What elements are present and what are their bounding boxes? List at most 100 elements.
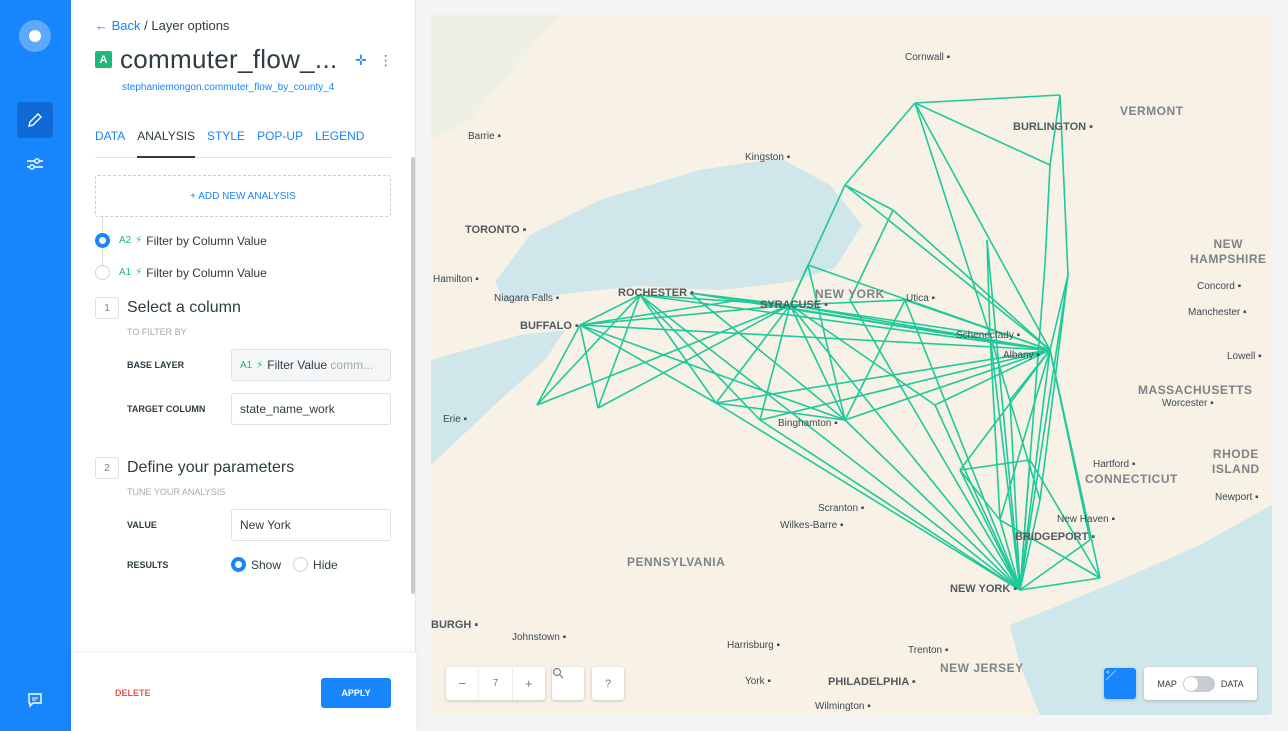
tab-style[interactable]: STYLE <box>207 128 245 158</box>
city-label: TORONTO ▪ <box>465 224 527 236</box>
map-canvas <box>431 15 1272 715</box>
city-label: BURLINGTON ▪ <box>1013 121 1094 133</box>
radio-hide[interactable] <box>293 557 309 572</box>
step-number: 1 <box>95 297 119 319</box>
node-id: A2 <box>119 235 132 246</box>
tab-analysis[interactable]: ANALYSIS <box>137 128 196 158</box>
tab-popup[interactable]: POP-UP <box>257 128 303 158</box>
chat-icon[interactable] <box>17 682 53 718</box>
sliders-icon[interactable] <box>17 146 53 182</box>
breadcrumb-current: / Layer options <box>144 18 230 33</box>
city-label: Utica ▪ <box>906 293 936 304</box>
target-column-label: TARGET COLUMN <box>127 404 206 414</box>
layer-tabs: DATA ANALYSIS STYLE POP-UP LEGEND <box>95 128 391 158</box>
tab-legend[interactable]: LEGEND <box>315 128 364 158</box>
commuter-flow-line <box>1039 274 1069 501</box>
commuter-flow-line <box>759 304 791 421</box>
target-column-field[interactable]: state_name_work <box>231 393 391 425</box>
value-label: VALUE <box>127 520 157 530</box>
nav-rail <box>0 0 71 731</box>
city-label: Wilkes-Barre ▪ <box>780 520 844 531</box>
commuter-flow-line <box>789 304 1021 591</box>
results-show-option[interactable]: Show Hide <box>231 557 338 572</box>
results-label: RESULTS <box>127 560 169 570</box>
tab-data[interactable]: DATA <box>95 128 125 158</box>
commuter-flow-line <box>1044 164 1051 266</box>
analysis-node-a1[interactable]: A1 ⚡ Filter by Column Value <box>95 265 267 280</box>
commuter-flow-line <box>844 419 1021 591</box>
zoom-control: − 7 + <box>446 667 545 700</box>
city-label: Johnstown ▪ <box>512 632 567 643</box>
layer-badge: A <box>95 51 112 68</box>
city-label: Binghamton ▪ <box>778 418 838 429</box>
city-label: Schenectady ▪ <box>956 330 1021 341</box>
back-link[interactable]: ← Back <box>95 18 141 33</box>
zoom-out-button[interactable]: − <box>446 667 480 700</box>
map-data-toggle[interactable]: MAP DATA <box>1144 667 1257 700</box>
collapse-icon[interactable]: ✛ <box>355 52 367 69</box>
radio-show[interactable] <box>231 557 246 572</box>
lightning-icon: ⚡ <box>256 359 264 371</box>
city-label: ROCHESTER ▪ <box>618 287 695 299</box>
state-label: VERMONT <box>1120 104 1184 118</box>
city-label: Hamilton ▪ <box>433 274 479 285</box>
edit-pencil-icon[interactable] <box>17 102 53 138</box>
city-label: York ▪ <box>745 676 771 687</box>
step-number: 2 <box>95 457 119 479</box>
state-label: CONNECTICUT <box>1085 472 1178 486</box>
city-label: Erie ▪ <box>443 414 468 425</box>
add-analysis-button[interactable]: + ADD NEW ANALYSIS <box>95 175 391 217</box>
city-label: Trenton ▪ <box>908 645 949 656</box>
layer-title[interactable]: commuter_flow_... <box>120 44 338 75</box>
commuter-flow-line <box>597 294 641 409</box>
value-input[interactable]: New York <box>231 509 391 541</box>
city-label: BRIDGEPORT ▪ <box>1015 531 1096 543</box>
ontario-north <box>431 15 560 140</box>
analysis-node-a2[interactable]: A2 ⚡ Filter by Column Value <box>95 233 267 248</box>
breadcrumb: ← Back / Layer options <box>95 18 229 33</box>
commuter-flow-line <box>999 349 1051 521</box>
city-label: Barrie ▪ <box>468 131 501 142</box>
zoom-level: 7 <box>479 667 513 700</box>
map-view[interactable]: Cornwall ▪ Barrie ▪ Kingston ▪ BURLINGTON ▪… <box>431 15 1272 715</box>
state-label: NEW JERSEY <box>940 661 1024 675</box>
show-label: Show <box>251 557 282 572</box>
city-label: Worcester ▪ <box>1162 398 1214 409</box>
base-layer-value: Filter Value <box>267 358 328 372</box>
zoom-in-button[interactable]: + <box>513 667 545 700</box>
state-label: PENNSYLVANIA <box>627 555 726 569</box>
toggle-map-label: MAP <box>1157 678 1177 689</box>
layer-source[interactable]: stephaniemongon.commuter_flow_by_county_… <box>122 82 334 93</box>
layer-options-panel: ← Back / Layer options A commuter_flow_.… <box>71 0 416 731</box>
base-layer-extra: comm... <box>330 358 374 372</box>
toggle-data-label: DATA <box>1220 678 1244 689</box>
state-label: NEW YORK <box>815 287 885 301</box>
carto-logo-icon[interactable] <box>19 20 51 52</box>
toggle-switch[interactable] <box>1182 675 1215 692</box>
radio-a1[interactable] <box>95 265 110 280</box>
step-hint: TO FILTER BY <box>127 327 187 337</box>
city-label: Kingston ▪ <box>745 152 791 163</box>
node-id: A1 <box>119 267 132 278</box>
node-label: Filter by Column Value <box>146 265 267 280</box>
panel-scrollbar[interactable] <box>411 157 415 594</box>
hide-label: Hide <box>313 557 338 572</box>
step-title: Define your parameters <box>127 459 295 476</box>
city-label: PHILADELPHIA ▪ <box>828 676 916 688</box>
city-label: Wilmington ▪ <box>815 701 871 712</box>
city-label: BUFFALO ▪ <box>520 320 579 332</box>
base-layer-field[interactable]: A1 ⚡ Filter Value comm... <box>231 349 391 381</box>
step-title: Select a column <box>127 299 241 316</box>
delete-button[interactable]: DELETE <box>115 688 151 698</box>
draw-line-icon[interactable] <box>1104 668 1136 699</box>
lightning-icon: ⚡ <box>135 235 143 246</box>
radio-a2[interactable] <box>95 233 110 248</box>
commuter-flow-line <box>959 469 1001 521</box>
commuter-flow-line <box>914 94 1061 104</box>
search-icon[interactable] <box>552 667 584 700</box>
city-label: Scranton ▪ <box>818 503 865 514</box>
city-label: BURGH ▪ <box>431 619 479 631</box>
more-options-icon[interactable]: ⋮ <box>379 52 393 69</box>
help-button[interactable]: ? <box>592 667 624 700</box>
apply-button[interactable]: APPLY <box>321 678 391 708</box>
